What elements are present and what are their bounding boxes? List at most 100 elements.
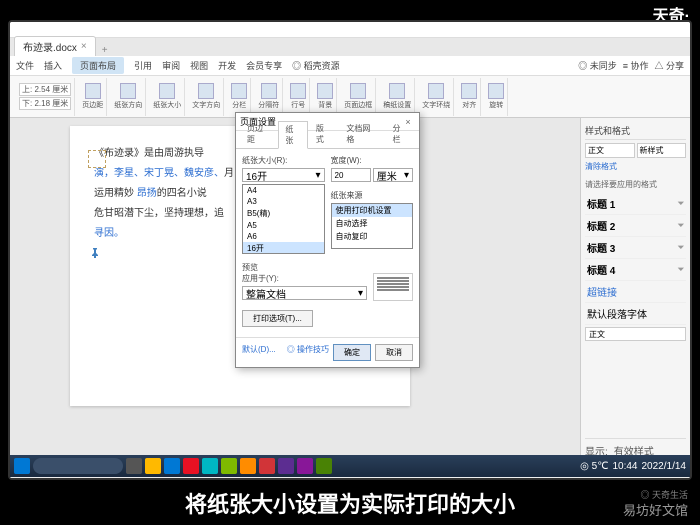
clear-format-link[interactable]: 清除格式 bbox=[585, 161, 686, 172]
chevron-down-icon: ▾ bbox=[404, 170, 409, 181]
default-button[interactable]: 默认(D)... bbox=[242, 344, 276, 361]
unit-select[interactable]: 厘米▾ bbox=[373, 168, 413, 182]
app-icon[interactable] bbox=[278, 458, 294, 474]
start-icon[interactable] bbox=[14, 458, 30, 474]
background-icon bbox=[317, 83, 333, 99]
tab-columns[interactable]: 分栏 bbox=[385, 120, 415, 148]
weather-widget[interactable]: ◎ 5℃ bbox=[580, 461, 608, 472]
ribbon-breaks[interactable]: 分隔符 bbox=[255, 78, 283, 116]
width-input[interactable]: 20 bbox=[331, 168, 371, 182]
pin-icon[interactable] bbox=[90, 248, 100, 258]
app-icon[interactable] bbox=[240, 458, 256, 474]
new-style-button[interactable]: 新样式 bbox=[637, 143, 687, 158]
placeholder-mark bbox=[88, 150, 106, 168]
ok-button[interactable]: 确定 bbox=[333, 344, 371, 361]
menu-insert[interactable]: 插入 bbox=[44, 59, 62, 72]
menu-bar: 文件 插入 页面布局 引用 审阅 视图 开发 会员专享 ◎ 稻壳资源 ◎ 未同步… bbox=[10, 56, 690, 76]
page-setup-dialog: 页面设置 × 页边距 纸张 版式 文档网格 分栏 纸张大小(R): 16开▾ A… bbox=[235, 112, 420, 368]
new-tab-button[interactable]: + bbox=[96, 45, 114, 56]
tab-margins[interactable]: 页边距 bbox=[240, 120, 277, 148]
text-direction-icon bbox=[198, 83, 214, 99]
size-option[interactable]: 16开 bbox=[243, 242, 324, 254]
ribbon-background[interactable]: 背景 bbox=[314, 78, 337, 116]
size-option[interactable]: A5 bbox=[243, 220, 324, 231]
app-icon[interactable] bbox=[221, 458, 237, 474]
collab-button[interactable]: ≡ 协作 bbox=[623, 59, 649, 72]
menu-references[interactable]: 引用 bbox=[134, 59, 152, 72]
columns-icon bbox=[231, 83, 247, 99]
app-icon[interactable] bbox=[316, 458, 332, 474]
paper-size-dropdown[interactable]: A4 A3 B5(精) A5 A6 16开 大16开 A32开 bbox=[242, 184, 325, 254]
style-default-font[interactable]: 默认段落字体 bbox=[585, 303, 686, 325]
watermark: 易坊好文馆 bbox=[623, 500, 688, 519]
pick-label: 请选择要应用的格式 bbox=[585, 179, 686, 190]
app-icon[interactable] bbox=[202, 458, 218, 474]
chevron-down-icon: ▾ bbox=[358, 288, 363, 299]
style-heading1[interactable]: 标题 1⏷ bbox=[585, 193, 686, 215]
apply-to-label: 应用于(Y): bbox=[242, 273, 367, 284]
dialog-body: 纸张大小(R): 16开▾ A4 A3 B5(精) A5 A6 16开 大16开… bbox=[236, 149, 419, 337]
task-view-icon[interactable] bbox=[126, 458, 142, 474]
clock-time[interactable]: 10:44 bbox=[612, 461, 637, 472]
orientation-icon bbox=[120, 83, 136, 99]
app-icon[interactable] bbox=[259, 458, 275, 474]
ribbon-rotate[interactable]: 旋转 bbox=[485, 78, 508, 116]
ribbon-align[interactable]: 对齐 bbox=[458, 78, 481, 116]
style-heading2[interactable]: 标题 2⏷ bbox=[585, 215, 686, 237]
tab-layout[interactable]: 版式 bbox=[309, 120, 339, 148]
ribbon-wrap[interactable]: 文字环绕 bbox=[419, 78, 454, 116]
source-option[interactable]: 使用打印机设置 bbox=[332, 204, 413, 217]
chevron-down-icon: ⏷ bbox=[678, 199, 684, 209]
close-icon[interactable]: × bbox=[81, 41, 87, 52]
menu-review[interactable]: 审阅 bbox=[162, 59, 180, 72]
ribbon-manuscript[interactable]: 稿纸设置 bbox=[380, 78, 415, 116]
menu-file[interactable]: 文件 bbox=[16, 59, 34, 72]
ribbon-orientation[interactable]: 纸张方向 bbox=[111, 78, 146, 116]
size-option[interactable]: A6 bbox=[243, 231, 324, 242]
menu-vip[interactable]: 会员专享 bbox=[246, 59, 282, 72]
style-heading3[interactable]: 标题 3⏷ bbox=[585, 237, 686, 259]
menu-page-layout[interactable]: 页面布局 bbox=[72, 57, 124, 74]
size-option[interactable]: B5(精) bbox=[243, 207, 324, 220]
style-heading4[interactable]: 标题 4⏷ bbox=[585, 259, 686, 281]
source-option[interactable]: 自动复印 bbox=[332, 230, 413, 243]
ribbon-columns[interactable]: 分栏 bbox=[228, 78, 251, 116]
style-hyperlink[interactable]: 超链接 bbox=[585, 281, 686, 303]
app-icon[interactable] bbox=[297, 458, 313, 474]
paper-source-list[interactable]: 使用打印机设置 自动选择 自动复印 bbox=[331, 203, 414, 249]
tab-paper[interactable]: 纸张 bbox=[278, 121, 308, 149]
margin-top-input[interactable]: 上: 2.54 厘米 bbox=[19, 83, 71, 96]
app-icon[interactable] bbox=[145, 458, 161, 474]
ribbon-margins[interactable]: 页边距 bbox=[79, 78, 107, 116]
sync-status[interactable]: ◎ 未同步 bbox=[578, 59, 617, 72]
menu-right-group: ◎ 未同步 ≡ 协作 △ 分享 bbox=[578, 59, 684, 72]
wrap-icon bbox=[428, 83, 444, 99]
ribbon-line-numbers[interactable]: 行号 bbox=[287, 78, 310, 116]
document-tab[interactable]: 布迹录.docx × bbox=[14, 36, 96, 56]
cancel-button[interactable]: 取消 bbox=[375, 344, 413, 361]
ribbon-border[interactable]: 页面边框 bbox=[341, 78, 376, 116]
current-style-select[interactable]: 正文 bbox=[585, 143, 635, 158]
share-button[interactable]: △ 分享 bbox=[654, 59, 684, 72]
apply-to-select[interactable]: 整篇文档▾ bbox=[242, 286, 367, 300]
print-options-button[interactable]: 打印选项(T)... bbox=[242, 310, 313, 327]
body-style-box[interactable]: 正文 bbox=[585, 327, 686, 341]
app-icon[interactable] bbox=[183, 458, 199, 474]
source-option[interactable]: 自动选择 bbox=[332, 217, 413, 230]
chevron-down-icon: ⏷ bbox=[678, 221, 684, 231]
tab-grid[interactable]: 文档网格 bbox=[339, 120, 384, 148]
size-option[interactable]: A4 bbox=[243, 185, 324, 196]
app-icon[interactable] bbox=[164, 458, 180, 474]
window-topbar bbox=[10, 22, 690, 38]
menu-resources[interactable]: ◎ 稻壳资源 bbox=[292, 59, 340, 72]
chevron-down-icon: ⏷ bbox=[678, 265, 684, 275]
margin-bottom-input[interactable]: 下: 2.18 厘米 bbox=[19, 97, 71, 110]
menu-dev[interactable]: 开发 bbox=[218, 59, 236, 72]
ribbon-paper-size[interactable]: 纸张大小 bbox=[150, 78, 185, 116]
paper-size-select[interactable]: 16开▾ bbox=[242, 168, 325, 182]
taskbar-search[interactable] bbox=[33, 458, 123, 474]
size-option[interactable]: A3 bbox=[243, 196, 324, 207]
tips-link[interactable]: ◎ 操作技巧 bbox=[287, 344, 329, 361]
ribbon-text-dir[interactable]: 文字方向 bbox=[189, 78, 224, 116]
menu-view[interactable]: 视图 bbox=[190, 59, 208, 72]
